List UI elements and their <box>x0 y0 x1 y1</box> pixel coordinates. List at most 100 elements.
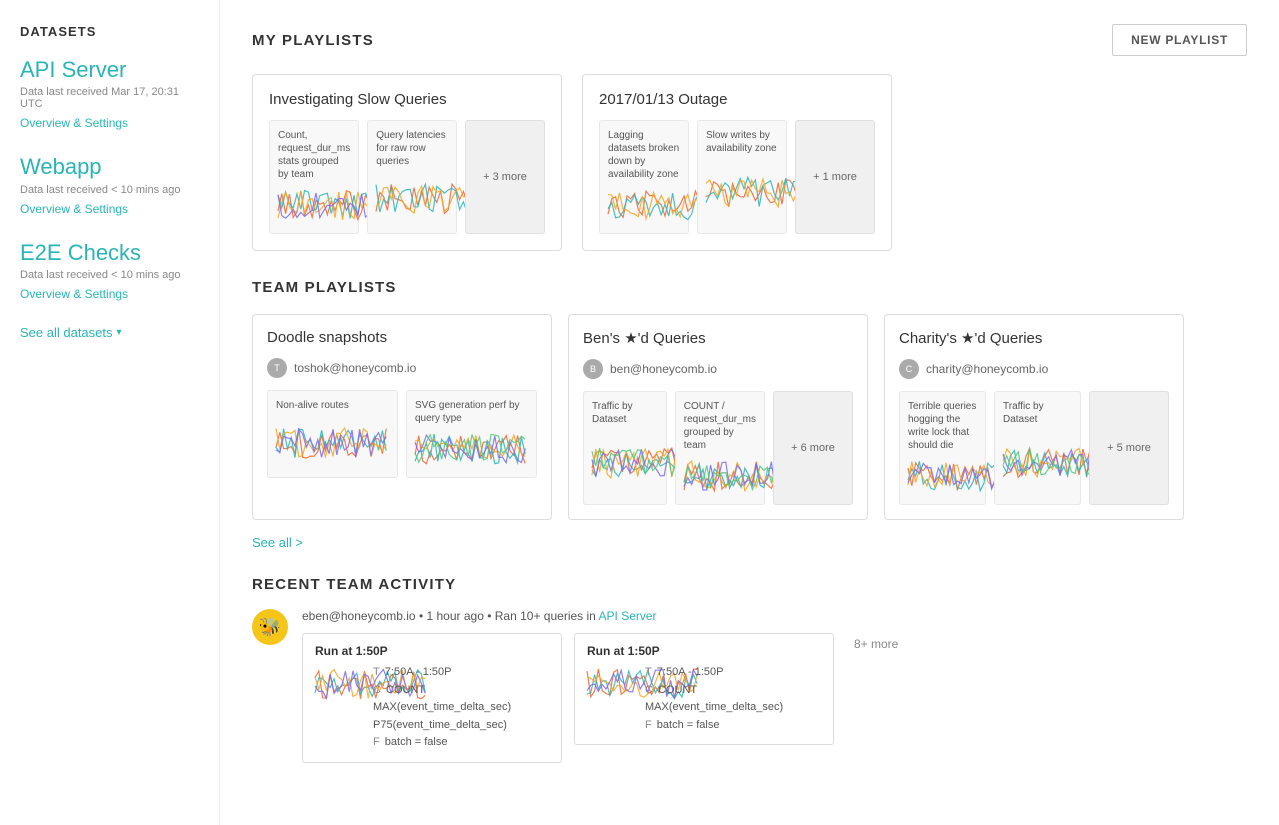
team-playlist-title-2: Charity's ★'d Queries <box>899 329 1169 347</box>
activity-card-title-0: Run at 1:50P <box>315 644 549 658</box>
activity-row-1-2: MAX(event_time_delta_sec) <box>645 699 783 717</box>
team-chart-thumb-1-1: COUNT / request_dur_ms grouped by team <box>675 391 765 505</box>
chart-thumbs-1: Lagging datasets broken down by availabi… <box>599 120 875 234</box>
new-playlist-button[interactable]: NEW PLAYLIST <box>1112 24 1247 56</box>
activity-row-1-1: C COUNT <box>645 682 783 700</box>
my-playlist-card-1[interactable]: 2017/01/13 Outage Lagging datasets broken… <box>582 74 892 251</box>
chart-thumb-1-1: Slow writes by availability zone <box>697 120 787 234</box>
bee-icon: 🐝 <box>252 609 288 645</box>
activity-row-0-2: MAX(event_time_delta_sec) <box>373 699 511 717</box>
activity-card-content-0: T 7:50A - 1:50PC COUNTMAX(event_time_del… <box>315 664 549 752</box>
more-badge-0[interactable]: + 3 more <box>465 120 545 234</box>
team-chart-thumbs-0: Non-alive routes SVG generation perf by q… <box>267 390 537 478</box>
see-all-datasets[interactable]: See all datasets ▾ <box>20 325 199 340</box>
my-playlist-card-0[interactable]: Investigating Slow Queries Count, request… <box>252 74 562 251</box>
more-badge-1[interactable]: + 1 more <box>795 120 875 234</box>
chevron-down-icon: ▾ <box>117 327 122 338</box>
owner-name-2: charity@honeycomb.io <box>926 362 1048 376</box>
chart-svg-1-1 <box>706 159 778 225</box>
activity-card-title-1: Run at 1:50P <box>587 644 821 658</box>
activity-card-1[interactable]: Run at 1:50P T 7:50A - 1:50PC COUNTMAX(ev… <box>574 633 834 745</box>
dataset-name-2[interactable]: E2E Checks <box>20 240 199 266</box>
chart-label-1-1: Slow writes by availability zone <box>706 129 778 155</box>
team-chart-svg-0-0 <box>276 416 389 469</box>
chart-label-0-1: Query latencies for raw row queries <box>376 129 448 168</box>
recent-activity-title: RECENT TEAM ACTIVITY <box>252 576 1247 593</box>
team-playlist-card-2[interactable]: Charity's ★'d Queries Ccharity@honeycomb.… <box>884 314 1184 520</box>
team-playlist-card-1[interactable]: Ben's ★'d Queries Bben@honeycomb.io Traffi… <box>568 314 868 520</box>
activity-header: eben@honeycomb.io • 1 hour ago • Ran 10+… <box>302 609 1247 623</box>
activity-row-1-0: T 7:50A - 1:50P <box>645 664 783 682</box>
activity-row-1-3: F batch = false <box>645 717 783 735</box>
playlist-title-0: Investigating Slow Queries <box>269 91 545 108</box>
team-playlist-title-0: Doodle snapshots <box>267 329 537 346</box>
activity-more-badge[interactable]: 8+ more <box>846 633 906 655</box>
activity-row-0-0: T 7:50A - 1:50P <box>373 664 511 682</box>
team-chart-label-0-0: Non-alive routes <box>276 399 389 412</box>
recent-activity-section: RECENT TEAM ACTIVITY 🐝 eben@honeycomb.io… <box>252 576 1247 763</box>
team-chart-label-2-1: Traffic by Dataset <box>1003 400 1072 426</box>
chart-thumbs-0: Count, request_dur_ms stats grouped by t… <box>269 120 545 234</box>
team-more-badge-2[interactable]: + 5 more <box>1089 391 1169 505</box>
activity-card-rows-0: T 7:50A - 1:50PC COUNTMAX(event_time_del… <box>373 664 511 752</box>
team-chart-thumb-2-1: Traffic by Dataset <box>994 391 1081 505</box>
dataset-link-0[interactable]: Overview & Settings <box>20 116 128 130</box>
sidebar-dataset-1: Webapp Data last received < 10 mins ago … <box>20 154 199 217</box>
team-playlist-title-1: Ben's ★'d Queries <box>583 329 853 347</box>
my-playlists-grid: Investigating Slow Queries Count, request… <box>252 74 1247 251</box>
chart-thumb-0-0: Count, request_dur_ms stats grouped by t… <box>269 120 359 234</box>
activity-mini-chart-0 <box>315 664 365 752</box>
sidebar: DATASETS API Server Data last received M… <box>0 0 220 825</box>
team-chart-thumb-1-0: Traffic by Dataset <box>583 391 667 505</box>
team-playlists-title: TEAM PLAYLISTS <box>252 279 397 296</box>
sidebar-dataset-2: E2E Checks Data last received < 10 mins … <box>20 240 199 303</box>
activity-action: Ran 10+ queries in <box>495 609 596 623</box>
team-chart-thumbs-2: Terrible queries hogging the write lock … <box>899 391 1169 505</box>
dataset-link-1[interactable]: Overview & Settings <box>20 202 128 216</box>
chart-svg-0-0 <box>278 185 350 225</box>
team-more-badge-1[interactable]: + 6 more <box>773 391 853 505</box>
team-chart-svg-0-1 <box>415 429 528 469</box>
activity-card-rows-1: T 7:50A - 1:50PC COUNTMAX(event_time_del… <box>645 664 783 734</box>
dataset-meta-0: Data last received Mar 17, 20:31 UTC <box>20 86 199 110</box>
chart-thumb-1-0: Lagging datasets broken down by availabi… <box>599 120 689 234</box>
team-chart-label-1-0: Traffic by Dataset <box>592 400 658 426</box>
owner-avatar-0: T <box>267 358 287 378</box>
activity-row-0-4: F batch = false <box>373 734 511 752</box>
chart-thumb-0-1: Query latencies for raw row queries <box>367 120 457 234</box>
dataset-meta-1: Data last received < 10 mins ago <box>20 184 199 196</box>
team-chart-thumb-0-1: SVG generation perf by query type <box>406 390 537 478</box>
playlist-owner-2: Ccharity@honeycomb.io <box>899 359 1169 379</box>
team-chart-svg-1-0 <box>592 430 658 496</box>
team-chart-svg-2-0 <box>908 456 977 496</box>
playlist-title-1: 2017/01/13 Outage <box>599 91 875 108</box>
dataset-link-2[interactable]: Overview & Settings <box>20 287 128 301</box>
team-chart-label-1-1: COUNT / request_dur_ms grouped by team <box>684 400 756 452</box>
team-chart-thumbs-1: Traffic by Dataset COUNT / request_dur_ms… <box>583 391 853 505</box>
chart-label-0-0: Count, request_dur_ms stats grouped by t… <box>278 129 350 181</box>
activity-card-0[interactable]: Run at 1:50P T 7:50A - 1:50PC COUNTMAX(ev… <box>302 633 562 763</box>
team-chart-thumb-2-0: Terrible queries hogging the write lock … <box>899 391 986 505</box>
team-chart-label-0-1: SVG generation perf by query type <box>415 399 528 425</box>
activity-cards: Run at 1:50PT 7:50A - 1:50PC COUNTMAX(ev… <box>302 633 1247 763</box>
team-playlists-grid: Doodle snapshots Ttoshok@honeycomb.io Non-… <box>252 314 1247 520</box>
owner-avatar-1: B <box>583 359 603 379</box>
owner-name-1: ben@honeycomb.io <box>610 362 717 376</box>
my-playlists-header: MY PLAYLISTS NEW PLAYLIST <box>252 24 1247 56</box>
playlist-owner-0: Ttoshok@honeycomb.io <box>267 358 537 378</box>
see-all-label: See all datasets <box>20 325 113 340</box>
activity-user: eben@honeycomb.io <box>302 609 416 623</box>
dataset-name-0[interactable]: API Server <box>20 57 199 83</box>
team-playlists-header: TEAM PLAYLISTS <box>252 279 1247 296</box>
activity-card-content-1: T 7:50A - 1:50PC COUNTMAX(event_time_del… <box>587 664 821 734</box>
team-see-all-link[interactable]: See all > <box>252 535 303 550</box>
sidebar-dataset-0: API Server Data last received Mar 17, 20… <box>20 57 199 132</box>
dataset-name-1[interactable]: Webapp <box>20 154 199 180</box>
owner-name-0: toshok@honeycomb.io <box>294 361 416 375</box>
playlist-owner-1: Bben@honeycomb.io <box>583 359 853 379</box>
chart-label-1-0: Lagging datasets broken down by availabi… <box>608 129 680 181</box>
dataset-meta-2: Data last received < 10 mins ago <box>20 269 199 281</box>
my-playlists-title: MY PLAYLISTS <box>252 32 374 49</box>
team-playlist-card-0[interactable]: Doodle snapshots Ttoshok@honeycomb.io Non-… <box>252 314 552 520</box>
activity-dataset-link[interactable]: API Server <box>599 609 657 623</box>
